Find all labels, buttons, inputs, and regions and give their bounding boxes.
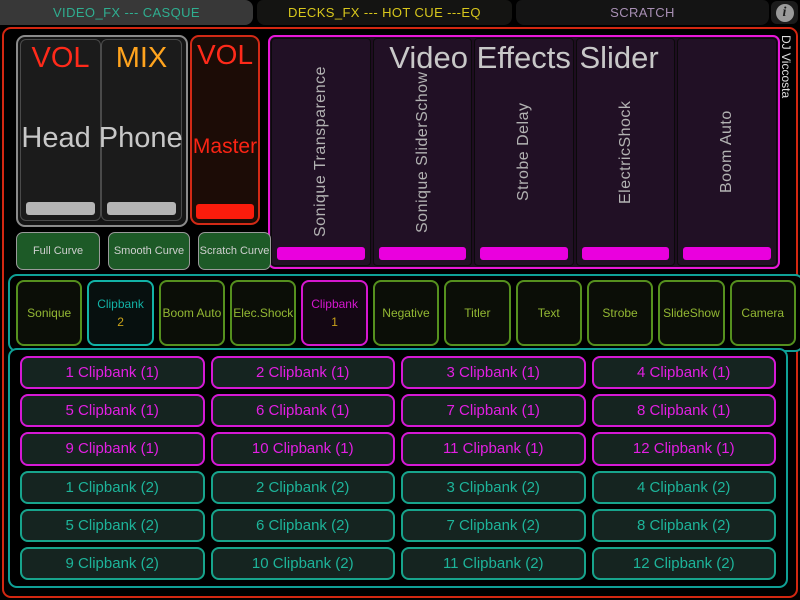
clipbank-button[interactable]: 10 Clipbank (2) (210, 546, 395, 580)
master-vol-label: VOL (196, 39, 254, 70)
clipbank-button[interactable]: 4 Clipbank (1) (591, 356, 776, 390)
effect-button-negative[interactable]: Negative (372, 280, 440, 346)
clipbank-button[interactable]: 1 Clipbank (1) (20, 356, 205, 390)
master-caption: Master (192, 135, 258, 158)
clipbank-button[interactable]: 8 Clipbank (1) (591, 394, 776, 428)
slider-handle[interactable] (480, 247, 568, 260)
video-effect-slider[interactable]: Boom Auto (677, 38, 777, 266)
video-effects-panel: Sonique Transparence Sonique SliderSchow S… (268, 35, 780, 269)
headphone-vol-fader[interactable]: VOL (20, 39, 101, 221)
info-icon: i (775, 3, 794, 22)
fader-handle[interactable] (196, 204, 254, 219)
effect-button-elec-shock[interactable]: Elec.Shock (230, 280, 297, 346)
curve-button-scratch-curve[interactable]: Scratch Curve (198, 232, 271, 270)
effect-button-sonique[interactable]: Sonique (16, 280, 83, 346)
headphone-mix-fader[interactable]: MIX (101, 39, 182, 221)
curve-buttons-row: Full Curve Smooth Curve Scratch Curve (16, 232, 271, 270)
effect-button-sub-label: 2 (117, 315, 124, 329)
effect-button-boom-auto[interactable]: Boom Auto (158, 280, 226, 346)
effect-button-label: Negative (382, 306, 430, 320)
clipbank-button[interactable]: 5 Clipbank (1) (20, 394, 205, 428)
effect-button-clipbank2[interactable]: Clipbank 2 (87, 280, 154, 346)
clipbank-button[interactable]: 7 Clipbank (1) (401, 394, 586, 428)
effect-button-label: Titler (464, 306, 491, 320)
effect-button-clipbank1[interactable]: Clipbank 1 (301, 280, 368, 346)
main-panel: VOL MIX Head Phone VOL Master Sonique Tr… (2, 27, 800, 598)
vol-label: VOL (31, 42, 90, 74)
clipbank-button[interactable]: 8 Clipbank (2) (591, 508, 776, 542)
clipbank-button[interactable]: 12 Clipbank (1) (591, 432, 776, 466)
tab-label: DECKS_FX --- HOT CUE ---EQ (288, 5, 481, 20)
video-effect-slider[interactable]: Sonique Transparence (271, 38, 371, 266)
slider-handle[interactable] (683, 247, 771, 260)
effect-button-text[interactable]: Text (515, 280, 582, 346)
tab-scratch[interactable]: SCRATCH (516, 0, 769, 25)
video-effect-slider[interactable]: ElectricShock (575, 38, 676, 266)
effect-button-sub-label: 1 (331, 315, 338, 329)
effect-button-label: Clipbank (311, 297, 358, 311)
clipbank-button[interactable]: 11 Clipbank (2) (401, 546, 586, 580)
clipbank-button[interactable]: 3 Clipbank (2) (401, 470, 586, 504)
clipbank-button[interactable]: 12 Clipbank (2) (591, 546, 776, 580)
effect-buttons-row: Sonique Clipbank 2 Boom Auto Elec.Shock Clipb… (8, 274, 800, 352)
effect-button-strobe[interactable]: Strobe (586, 280, 654, 346)
tab-label: VIDEO_FX --- CASQUE (52, 5, 200, 20)
app-screen: VIDEO_FX --- CASQUE DECKS_FX --- HOT CUE… (0, 0, 800, 600)
tab-decks-fx-hot-cue-eq[interactable]: DECKS_FX --- HOT CUE ---EQ (257, 0, 512, 25)
slider-handle[interactable] (277, 247, 365, 260)
clipbank-button[interactable]: 9 Clipbank (2) (20, 546, 205, 580)
slider-label: Boom Auto (718, 110, 736, 194)
video-effect-slider[interactable]: Sonique SliderSchow (372, 38, 473, 266)
effect-button-label: Clipbank (97, 297, 144, 311)
effect-button-label: Strobe (602, 306, 638, 320)
effect-button-label: Sonique (27, 306, 72, 320)
tab-label: SCRATCH (610, 5, 675, 20)
clipbank-button[interactable]: 4 Clipbank (2) (591, 470, 776, 504)
tab-bar: VIDEO_FX --- CASQUE DECKS_FX --- HOT CUE… (0, 0, 800, 26)
video-effect-sliders: Sonique Transparence Sonique SliderSchow S… (270, 37, 778, 267)
effect-button-slideshow[interactable]: SlideShow (658, 280, 725, 346)
slider-label: ElectricShock (616, 100, 634, 204)
clipbank-button[interactable]: 5 Clipbank (2) (20, 508, 205, 542)
effect-button-label: Boom Auto (162, 306, 222, 320)
video-effect-slider[interactable]: Strobe Delay (474, 38, 574, 266)
slider-label: Sonique SliderSchow (413, 71, 431, 233)
clipbank-button[interactable]: 6 Clipbank (1) (210, 394, 395, 428)
info-button[interactable]: i (771, 1, 798, 24)
effect-button-label: Camera (741, 306, 785, 320)
slider-handle[interactable] (378, 247, 467, 260)
tab-video-fx-casque[interactable]: VIDEO_FX --- CASQUE (0, 0, 253, 25)
effect-button-label: Elec.Shock (233, 306, 294, 320)
watermark-dj-name: DJ Viccosta (779, 35, 793, 99)
mix-label: MIX (115, 42, 168, 74)
clipbank-button[interactable]: 7 Clipbank (2) (401, 508, 586, 542)
slider-handle[interactable] (581, 247, 670, 260)
clipbank-button[interactable]: 2 Clipbank (2) (210, 470, 395, 504)
clipbank-button[interactable]: 1 Clipbank (2) (20, 470, 205, 504)
effect-button-label: SlideShow (663, 306, 720, 320)
clipbank-button[interactable]: 10 Clipbank (1) (210, 432, 395, 466)
curve-button-smooth-curve[interactable]: Smooth Curve (108, 232, 190, 270)
slider-label: Strobe Delay (514, 102, 532, 202)
fader-handle[interactable] (107, 202, 176, 215)
effect-button-titler[interactable]: Titler (444, 280, 511, 346)
curve-button-full-curve[interactable]: Full Curve (16, 232, 100, 270)
clipbank-button[interactable]: 9 Clipbank (1) (20, 432, 205, 466)
fader-handle[interactable] (26, 202, 95, 215)
master-volume-fader[interactable]: VOL Master (190, 35, 260, 225)
effect-button-label: Text (537, 306, 560, 320)
effect-button-camera[interactable]: Camera (729, 280, 796, 346)
slider-label: Sonique Transparence (311, 66, 329, 238)
clipbank-button[interactable]: 3 Clipbank (1) (401, 356, 586, 390)
clipbank-button[interactable]: 6 Clipbank (2) (210, 508, 395, 542)
clipbank-grid: 1 Clipbank (1) 2 Clipbank (1) 3 Clipbank (… (8, 348, 788, 588)
clipbank-button[interactable]: 2 Clipbank (1) (210, 356, 395, 390)
headphone-mixer-group: VOL MIX Head Phone (16, 35, 188, 227)
clipbank-button[interactable]: 11 Clipbank (1) (401, 432, 586, 466)
